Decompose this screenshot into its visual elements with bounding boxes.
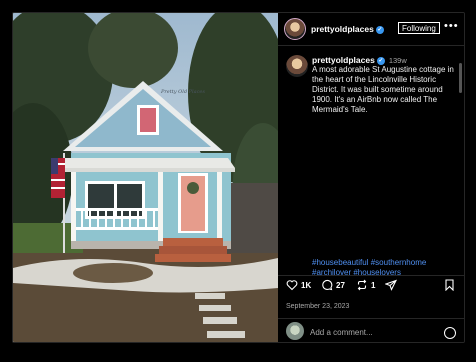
caption-text: A most adorable St Augustine cottage in … [312,65,454,114]
post-photo[interactable]: Pretty Old Places [13,13,278,342]
caption-scrollbar[interactable] [459,63,462,93]
post-sidebar: prettyoldplaces ✓ Following ••• prettyold… [278,13,464,342]
repost-count: 1 [371,280,376,290]
caption-username[interactable]: prettyoldplaces ✓ 139w [312,55,407,65]
verified-badge-icon: ✓ [375,25,384,34]
author-username-text[interactable]: prettyoldplaces [311,24,374,34]
viewer-avatar [286,322,304,340]
author-username[interactable]: prettyoldplaces ✓ [311,24,384,34]
caption-block: prettyoldplaces ✓ 139w A most adorable St … [282,53,454,277]
actions-divider [278,275,464,276]
save-button[interactable] [444,279,458,291]
post-modal: Pretty Old Places prettyoldplaces ✓ Follo… [12,12,465,343]
comment-icon [322,279,333,291]
action-bar: 1K 27 1 [278,279,464,299]
comment-composer: Add a comment... [278,318,464,342]
repost-icon [357,279,367,291]
author-avatar[interactable] [284,18,306,40]
more-options-icon[interactable]: ••• [444,20,459,32]
post-date: September 23, 2023 [286,303,350,310]
emoji-icon[interactable] [444,327,456,339]
following-button[interactable]: Following [398,22,440,34]
comment-count: 27 [336,280,345,290]
heart-icon [286,280,298,291]
like-button[interactable]: 1K [286,279,311,291]
verified-badge-icon: ✓ [376,56,385,65]
bookmark-icon [445,279,454,291]
comment-input[interactable]: Add a comment... [310,328,373,337]
repost-button[interactable]: 1 [356,279,375,291]
cottage-photo-image [13,13,278,342]
watermark: Pretty Old Places [161,89,205,95]
share-icon [385,279,397,291]
post-header: prettyoldplaces ✓ Following ••• [278,13,464,46]
share-button[interactable] [385,279,400,291]
caption-username-text[interactable]: prettyoldplaces [312,55,375,65]
post-time-ago: 139w [388,56,407,65]
caption-avatar[interactable] [286,55,308,77]
like-count: 1K [301,280,312,290]
comment-button[interactable]: 27 [321,279,345,291]
